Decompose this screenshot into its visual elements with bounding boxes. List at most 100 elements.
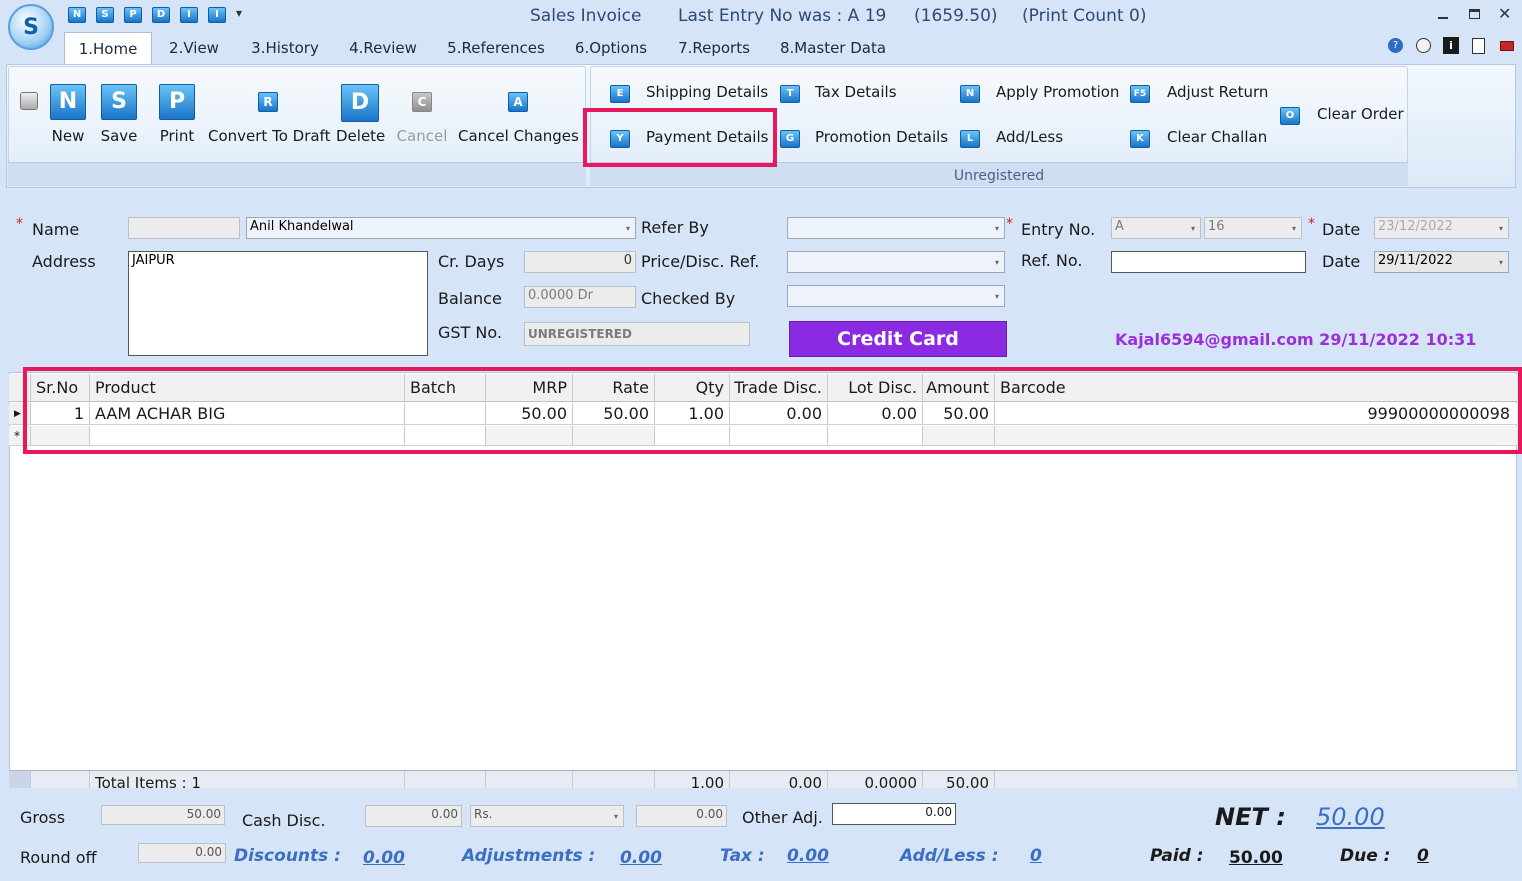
ribbon-group-footer-left [8,162,586,186]
other-adj-field[interactable]: 0.00 [832,803,956,825]
chevron-down-icon[interactable]: ▾ [1494,218,1508,238]
ref-no-field[interactable] [1111,251,1306,273]
chevron-down-icon[interactable]: ▾ [1186,218,1200,238]
date-label: Date [1322,220,1361,239]
convert-to-draft-button[interactable]: R Convert To Draft [208,82,331,148]
about-icon[interactable]: i [1443,37,1459,54]
clear-order-icon: O [1280,107,1300,125]
chevron-down-icon[interactable]: ▾ [990,218,1004,238]
tax-label: Tax : [720,846,765,866]
name-code-field[interactable] [128,217,240,239]
round-off-field[interactable]: 0.00 [138,843,226,863]
name-field[interactable]: Anil Khandelwal ▾ [246,217,636,239]
chevron-down-icon[interactable]: ▾ [1287,218,1301,238]
cancel-button[interactable]: C Cancel [396,82,448,148]
adjustments-value: 0.00 [620,848,662,868]
save-label: Save [100,127,138,145]
price-disc-ref-field[interactable]: ▾ [787,251,1005,273]
promotion-details-button[interactable]: G Promotion Details [778,127,948,151]
clear-order-button[interactable]: O Clear Order [1278,104,1404,128]
exit-icon[interactable] [1500,41,1514,51]
delete-button[interactable]: D Delete [336,82,385,148]
add-less-total-label: Add/Less : [900,846,999,866]
tab-options[interactable]: 6.Options [572,34,650,62]
tab-history[interactable]: 3.History [248,34,322,62]
ref-date-field[interactable]: 29/11/2022 ▾ [1374,251,1509,273]
tab-references[interactable]: 5.References [444,34,548,62]
payment-mode-badge[interactable]: Credit Card [789,321,1007,357]
chevron-down-icon[interactable]: ▾ [990,252,1004,272]
entry-number-field[interactable]: 16 ▾ [1204,217,1302,239]
cash-disc-field-2[interactable]: 0.00 [636,805,727,827]
tab-review[interactable]: 4.Review [346,34,420,62]
tax-details-icon: T [780,85,800,103]
chevron-down-icon[interactable]: ▾ [609,806,623,826]
cr-days-field[interactable]: 0 [524,251,636,273]
tax-details-button[interactable]: T Tax Details [778,82,928,106]
other-adj-label: Other Adj. [742,808,823,827]
tab-master-data[interactable]: 8.Master Data [778,34,888,62]
tab-home[interactable]: 1.Home [64,32,152,64]
print-button[interactable]: P Print [154,82,200,148]
clear-challan-label: Clear Challan [1167,128,1268,146]
cash-disc-field[interactable]: 0.00 [365,805,462,827]
total-amount: 50.00 [923,771,995,788]
totals-mrp [486,771,573,788]
date-field[interactable]: 23/12/2022 ▾ [1374,217,1509,239]
ribbon-tabs: 1.Home 2.View 3.History 4.Review 5.Refer… [0,0,1522,64]
clear-challan-button[interactable]: K Clear Challan [1128,127,1268,151]
adjust-return-button[interactable]: F5 Adjust Return [1128,82,1268,106]
tax-details-label: Tax Details [815,83,897,101]
apply-promotion-label: Apply Promotion [996,83,1120,101]
balance-field: 0.0000 Dr [524,286,636,308]
paid-label: Paid : [1150,846,1204,866]
date-required-marker: * [1308,216,1315,232]
refer-by-label: Refer By [641,218,709,237]
save-button[interactable]: S Save [96,82,142,148]
new-icon: N [50,84,86,120]
tab-reports[interactable]: 7.Reports [674,34,754,62]
address-label: Address [32,252,96,271]
help-icon[interactable]: ? [1388,38,1403,53]
tax-value: 0.00 [787,846,829,866]
print-label: Print [159,127,195,145]
shipping-details-button[interactable]: E Shipping Details [608,82,768,106]
cash-disc-unit[interactable]: Rs. ▾ [470,805,624,827]
apply-promotion-button[interactable]: N Apply Promotion [958,82,1120,106]
totals-srno [31,771,90,788]
convert-to-draft-label: Convert To Draft [208,127,331,145]
new-button[interactable]: N New [44,82,92,148]
cancel-changes-button[interactable]: A Cancel Changes [458,82,579,148]
totals-barcode [995,771,1515,788]
tab-view[interactable]: 2.View [164,34,224,62]
apply-promotion-icon: N [960,85,980,103]
discounts-value: 0.00 [363,848,405,868]
app-logo[interactable]: S [8,4,54,50]
chevron-down-icon[interactable]: ▾ [990,286,1004,306]
cancel-label: Cancel [396,127,448,145]
adjust-return-icon: F5 [1130,85,1150,103]
refer-by-field[interactable]: ▾ [787,217,1005,239]
checked-by-field[interactable]: ▾ [787,285,1005,307]
chevron-down-icon[interactable]: ▾ [621,218,635,238]
add-less-button[interactable]: L Add/Less [958,127,1078,151]
add-less-label: Add/Less [996,128,1064,146]
lock-icon[interactable] [20,92,38,110]
due-value: 0 [1417,846,1429,866]
shipping-details-icon: E [610,85,630,103]
support-icon[interactable] [1416,38,1431,53]
grid-highlight [23,367,1522,454]
chevron-down-icon[interactable]: ▾ [1494,252,1508,272]
adjustments-label: Adjustments : [462,846,596,866]
add-less-icon: L [960,130,980,148]
document-icon[interactable] [1472,38,1485,54]
totals-selector [9,771,31,788]
save-icon: S [101,84,137,120]
net-label: NET : [1215,803,1286,831]
address-field[interactable]: JAIPUR [128,251,428,356]
new-label: New [51,127,85,145]
total-trade-disc: 0.00 [730,771,828,788]
entry-series-field[interactable]: A ▾ [1111,217,1201,239]
add-less-total-value: 0 [1030,846,1042,866]
total-qty: 1.00 [655,771,730,788]
